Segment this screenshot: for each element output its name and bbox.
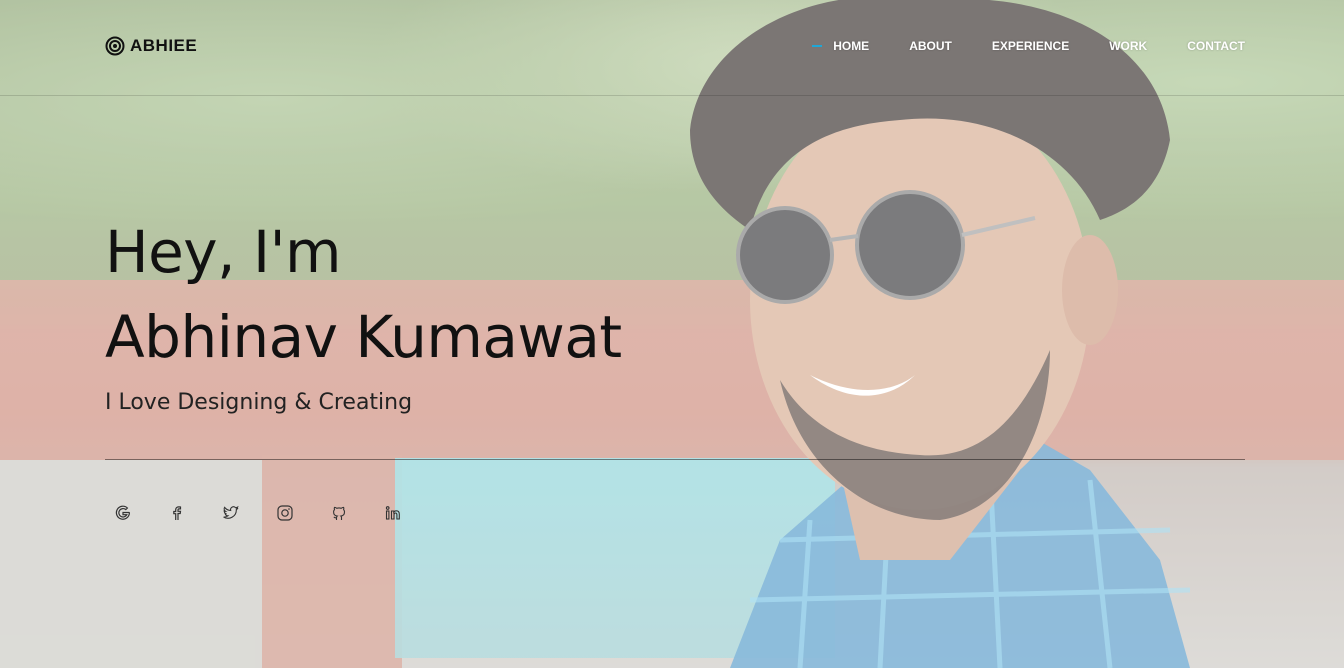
hero-name: Abhinav Kumawat bbox=[105, 303, 622, 371]
nav-experience[interactable]: EXPERIENCE bbox=[992, 39, 1069, 53]
google-icon[interactable] bbox=[114, 504, 132, 522]
hero-greeting: Hey, I'm bbox=[105, 218, 342, 286]
twitter-icon[interactable] bbox=[222, 504, 240, 522]
nav-about[interactable]: ABOUT bbox=[909, 39, 952, 53]
hero-heading: Hey, I'm Abhinav Kumawat bbox=[105, 210, 622, 380]
brand-name: ABHIEE bbox=[130, 36, 198, 55]
hero-section: Hey, I'm Abhinav Kumawat I Love Designin… bbox=[105, 210, 622, 415]
social-links bbox=[114, 504, 402, 522]
main-nav: HOME ABOUT EXPERIENCE WORK CONTACT bbox=[812, 39, 1245, 53]
nav-contact[interactable]: CONTACT bbox=[1187, 39, 1245, 53]
linkedin-icon[interactable] bbox=[384, 504, 402, 522]
instagram-icon[interactable] bbox=[276, 504, 294, 522]
target-icon bbox=[105, 36, 125, 56]
github-icon[interactable] bbox=[330, 504, 348, 522]
nav-work[interactable]: WORK bbox=[1109, 39, 1147, 53]
facebook-icon[interactable] bbox=[168, 504, 186, 522]
hero-tagline: I Love Designing & Creating bbox=[105, 390, 413, 415]
site-header: ABHIEE HOME ABOUT EXPERIENCE WORK CONTAC… bbox=[0, 0, 1344, 96]
brand-logo[interactable]: ABHIEE bbox=[105, 36, 197, 56]
nav-home[interactable]: HOME bbox=[812, 39, 869, 53]
divider bbox=[105, 459, 1245, 460]
